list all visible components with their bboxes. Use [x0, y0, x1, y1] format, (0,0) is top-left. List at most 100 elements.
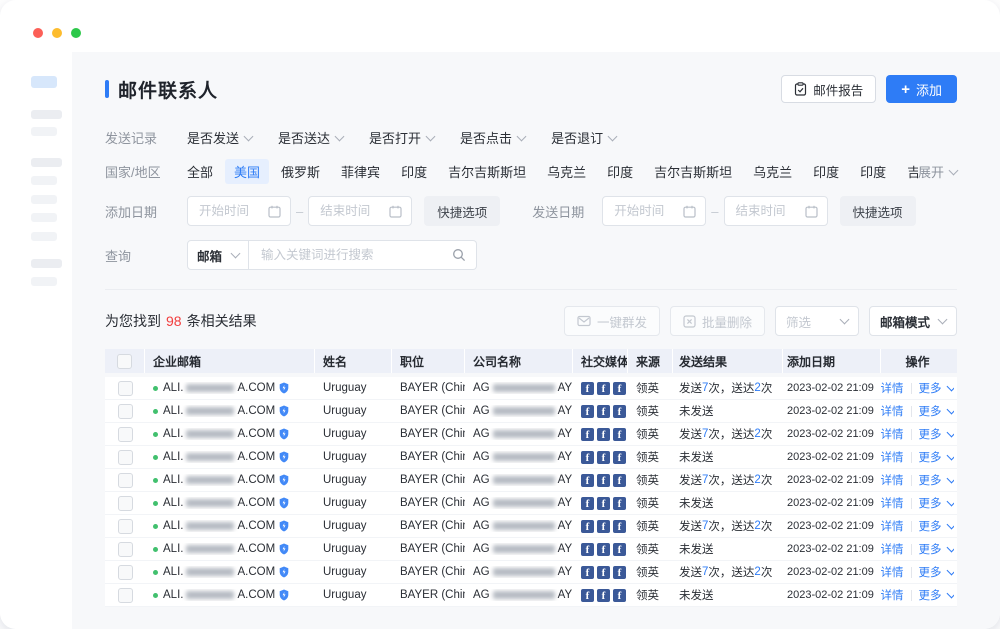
row-checkbox[interactable]	[118, 496, 133, 511]
facebook-icon[interactable]: f	[581, 428, 594, 441]
query-type-select[interactable]: 邮箱	[187, 240, 249, 270]
country-tag[interactable]: 俄罗斯	[281, 162, 320, 181]
send-filter-dropdown[interactable]: 是否发送	[187, 128, 252, 147]
detail-link[interactable]: 详情	[881, 587, 904, 603]
facebook-icon[interactable]: f	[597, 543, 610, 556]
bulk-send-button[interactable]: 一键群发	[564, 306, 660, 336]
shield-verify-icon[interactable]	[279, 497, 289, 509]
more-link[interactable]: 更多	[919, 564, 955, 580]
sidebar-item-skeleton[interactable]	[31, 232, 57, 241]
more-link[interactable]: 更多	[919, 587, 955, 603]
detail-link[interactable]: 详情	[881, 403, 904, 419]
more-link[interactable]: 更多	[919, 495, 955, 511]
country-tag[interactable]: 乌克兰	[547, 162, 586, 181]
shield-verify-icon[interactable]	[279, 566, 289, 578]
sidebar-item-skeleton[interactable]	[31, 176, 57, 185]
send-filter-dropdown[interactable]: 是否退订	[551, 128, 616, 147]
facebook-icon[interactable]: f	[597, 520, 610, 533]
add-button[interactable]: + 添加	[886, 75, 957, 103]
shield-verify-icon[interactable]	[279, 405, 289, 417]
country-tag[interactable]: 印度	[860, 162, 886, 181]
facebook-icon[interactable]: f	[597, 474, 610, 487]
row-checkbox[interactable]	[118, 450, 133, 465]
country-tag[interactable]: 印度	[401, 162, 427, 181]
send-date-end-input[interactable]	[724, 196, 828, 226]
row-checkbox[interactable]	[118, 542, 133, 557]
facebook-icon[interactable]: f	[581, 543, 594, 556]
send-date-start-field[interactable]	[612, 203, 683, 219]
more-link[interactable]: 更多	[919, 541, 955, 557]
country-tag[interactable]: 吉尔吉斯斯坦	[448, 162, 526, 181]
bulk-delete-button[interactable]: 批量删除	[670, 306, 765, 336]
detail-link[interactable]: 详情	[881, 426, 904, 442]
search-icon[interactable]	[452, 248, 466, 262]
row-checkbox[interactable]	[118, 565, 133, 580]
detail-link[interactable]: 详情	[881, 541, 904, 557]
maximize-window-button[interactable]	[71, 28, 81, 38]
facebook-icon[interactable]: f	[613, 566, 626, 579]
add-date-start-input[interactable]	[187, 196, 291, 226]
select-all-checkbox[interactable]	[117, 354, 132, 369]
facebook-icon[interactable]: f	[613, 497, 626, 510]
detail-link[interactable]: 详情	[881, 449, 904, 465]
facebook-icon[interactable]: f	[613, 543, 626, 556]
detail-link[interactable]: 详情	[881, 380, 904, 396]
facebook-icon[interactable]: f	[613, 405, 626, 418]
facebook-icon[interactable]: f	[581, 566, 594, 579]
more-link[interactable]: 更多	[919, 380, 955, 396]
add-date-quick-options-button[interactable]: 快捷选项	[424, 196, 500, 226]
more-link[interactable]: 更多	[919, 472, 955, 488]
facebook-icon[interactable]: f	[581, 474, 594, 487]
facebook-icon[interactable]: f	[581, 497, 594, 510]
country-tag[interactable]: 吉尔吉斯斯坦	[654, 162, 732, 181]
send-date-quick-options-button[interactable]: 快捷选项	[840, 196, 916, 226]
search-input[interactable]	[259, 247, 452, 263]
add-date-end-field[interactable]	[318, 203, 389, 219]
facebook-icon[interactable]: f	[581, 451, 594, 464]
facebook-icon[interactable]: f	[597, 589, 610, 602]
row-checkbox[interactable]	[118, 381, 133, 396]
country-tag[interactable]: 全部	[187, 162, 213, 181]
facebook-icon[interactable]: f	[581, 589, 594, 602]
filter-select[interactable]: 筛选	[775, 306, 859, 336]
more-link[interactable]: 更多	[919, 449, 955, 465]
send-filter-dropdown[interactable]: 是否送达	[278, 128, 343, 147]
send-filter-dropdown[interactable]: 是否点击	[460, 128, 525, 147]
sidebar-item-skeleton[interactable]	[31, 110, 62, 119]
shield-verify-icon[interactable]	[279, 382, 289, 394]
country-tag[interactable]: 美国	[225, 159, 269, 184]
detail-link[interactable]: 详情	[881, 495, 904, 511]
close-window-button[interactable]	[33, 28, 43, 38]
country-tag[interactable]: 吉尔吉斯斯坦	[907, 162, 918, 181]
facebook-icon[interactable]: f	[613, 382, 626, 395]
country-tag[interactable]: 印度	[813, 162, 839, 181]
send-date-end-field[interactable]	[734, 203, 805, 219]
sidebar-item-skeleton[interactable]	[31, 127, 57, 136]
add-date-end-input[interactable]	[308, 196, 412, 226]
sidebar-item-skeleton[interactable]	[31, 259, 62, 268]
facebook-icon[interactable]: f	[597, 382, 610, 395]
shield-verify-icon[interactable]	[279, 589, 289, 601]
shield-verify-icon[interactable]	[279, 428, 289, 440]
facebook-icon[interactable]: f	[613, 520, 626, 533]
facebook-icon[interactable]: f	[613, 589, 626, 602]
facebook-icon[interactable]: f	[597, 497, 610, 510]
facebook-icon[interactable]: f	[597, 451, 610, 464]
expand-toggle[interactable]: 展开	[918, 162, 957, 181]
row-checkbox[interactable]	[118, 588, 133, 603]
sidebar-item-skeleton[interactable]	[31, 195, 57, 204]
facebook-icon[interactable]: f	[581, 382, 594, 395]
mailbox-mode-select[interactable]: 邮箱模式	[869, 306, 957, 336]
sidebar-item-skeleton[interactable]	[31, 277, 57, 286]
detail-link[interactable]: 详情	[881, 472, 904, 488]
mail-report-button[interactable]: 邮件报告	[781, 75, 876, 103]
shield-verify-icon[interactable]	[279, 474, 289, 486]
country-tag[interactable]: 乌克兰	[753, 162, 792, 181]
row-checkbox[interactable]	[118, 473, 133, 488]
more-link[interactable]: 更多	[919, 518, 955, 534]
shield-verify-icon[interactable]	[279, 543, 289, 555]
sidebar-item-skeleton[interactable]	[31, 158, 62, 167]
add-date-start-field[interactable]	[197, 203, 268, 219]
minimize-window-button[interactable]	[52, 28, 62, 38]
shield-verify-icon[interactable]	[279, 520, 289, 532]
